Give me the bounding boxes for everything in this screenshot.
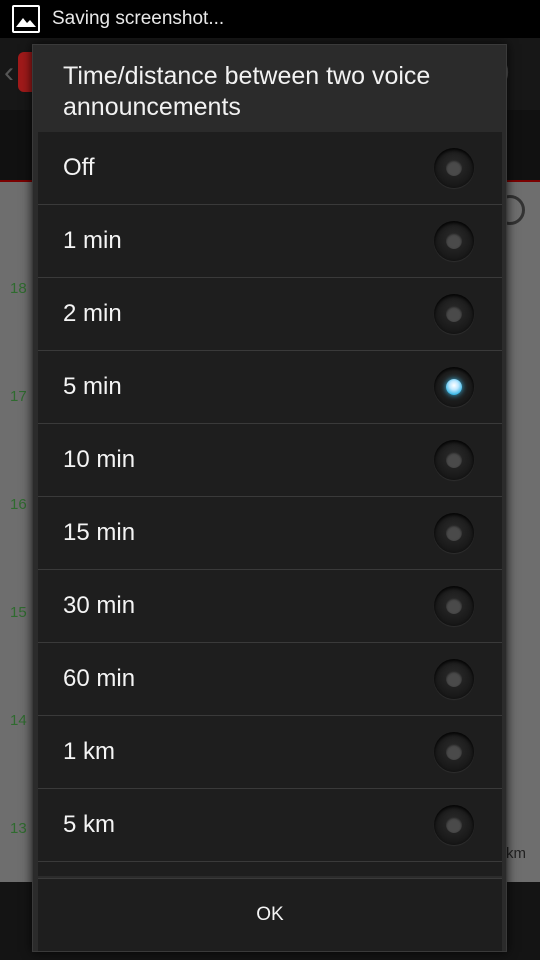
radio-dot-icon bbox=[446, 306, 462, 322]
option-label: 15 min bbox=[63, 519, 136, 546]
option-label: 5 min bbox=[63, 373, 122, 400]
option-item[interactable]: 30 min bbox=[38, 570, 502, 643]
option-item[interactable]: 1 km bbox=[38, 716, 502, 789]
radio-dot-icon bbox=[446, 233, 462, 249]
chart-tick-label: 13 bbox=[10, 820, 27, 837]
radio-dot-icon bbox=[446, 744, 462, 760]
option-label: Off bbox=[63, 154, 95, 181]
option-label: 2 min bbox=[63, 300, 122, 327]
option-label: 30 min bbox=[63, 592, 136, 619]
option-label: 5 km bbox=[63, 811, 116, 838]
radio-dot-icon bbox=[446, 160, 462, 176]
chart-tick-label: 17 bbox=[10, 388, 27, 405]
radio-button[interactable] bbox=[434, 440, 474, 480]
chart-tick-label: 18 bbox=[10, 280, 27, 297]
status-bar: Saving screenshot... bbox=[0, 0, 540, 38]
status-notification-text: Saving screenshot... bbox=[52, 8, 225, 29]
option-item[interactable]: 5 km bbox=[38, 789, 502, 862]
radio-dot-icon bbox=[446, 452, 462, 468]
chart-tick-label: 16 bbox=[10, 496, 27, 513]
option-item[interactable]: 15 min bbox=[38, 497, 502, 570]
chart-axis-unit: km bbox=[506, 845, 526, 862]
announcement-interval-dialog: Time/distance between two voice announce… bbox=[32, 44, 507, 952]
option-label: 60 min bbox=[63, 665, 136, 692]
option-item[interactable]: 2 min bbox=[38, 278, 502, 351]
radio-button-checked[interactable] bbox=[434, 367, 474, 407]
option-item[interactable]: 10 min bbox=[38, 424, 502, 497]
radio-button[interactable] bbox=[434, 659, 474, 699]
radio-button[interactable] bbox=[434, 294, 474, 334]
radio-dot-icon bbox=[446, 671, 462, 687]
radio-dot-icon bbox=[446, 598, 462, 614]
dialog-button-bar: OK bbox=[38, 878, 502, 951]
option-item[interactable]: 5 min bbox=[38, 351, 502, 424]
dialog-title: Time/distance between two voice announce… bbox=[63, 62, 431, 121]
option-label: 1 km bbox=[63, 738, 116, 765]
back-chevron-icon: ‹ bbox=[4, 56, 14, 89]
screenshot-image-icon bbox=[12, 5, 40, 33]
option-item[interactable]: 60 min bbox=[38, 643, 502, 716]
radio-dot-icon bbox=[446, 525, 462, 541]
option-item[interactable]: Off bbox=[38, 132, 502, 205]
radio-button[interactable] bbox=[434, 148, 474, 188]
option-label: 10 min bbox=[63, 446, 136, 473]
radio-dot-icon bbox=[446, 817, 462, 833]
radio-button[interactable] bbox=[434, 586, 474, 626]
radio-dot-icon bbox=[446, 379, 462, 395]
radio-button[interactable] bbox=[434, 805, 474, 845]
option-list[interactable]: Off 1 min 2 min 5 min 10 min 15 min 30 min 60 m… bbox=[38, 132, 502, 876]
ok-button[interactable]: OK bbox=[216, 894, 323, 936]
chart-tick-label: 14 bbox=[10, 712, 27, 729]
option-label: 1 min bbox=[63, 227, 122, 254]
radio-button[interactable] bbox=[434, 221, 474, 261]
radio-button[interactable] bbox=[434, 732, 474, 772]
option-item[interactable]: 1 min bbox=[38, 205, 502, 278]
chart-tick-label: 15 bbox=[10, 604, 27, 621]
radio-button[interactable] bbox=[434, 513, 474, 553]
